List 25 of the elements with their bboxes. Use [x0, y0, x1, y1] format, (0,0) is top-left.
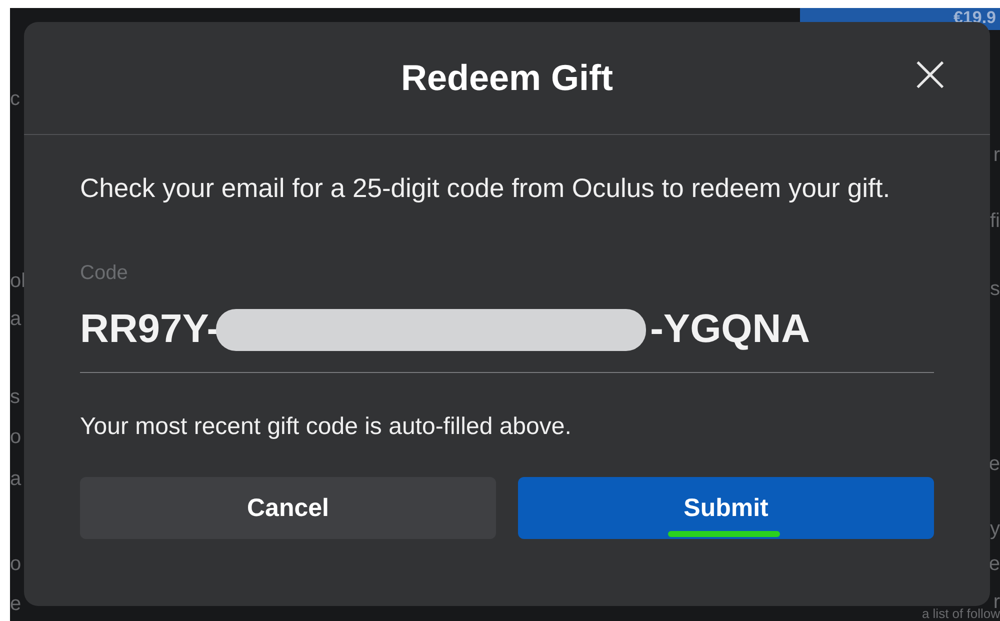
background-text: ol — [10, 270, 26, 293]
helper-text: Your most recent gift code is auto-filled above. — [80, 413, 572, 441]
background-text: a — [10, 308, 22, 331]
background-text: s — [10, 386, 20, 409]
background-text: s — [990, 278, 1000, 301]
background-text: fi — [990, 210, 1000, 233]
cancel-button[interactable]: Cancel — [80, 477, 496, 539]
background-text: a list of follow — [922, 607, 1000, 621]
code-value-start: RR97Y- — [80, 307, 220, 352]
background-text: e — [988, 553, 1000, 576]
code-value-end: -YGQNA — [650, 307, 810, 352]
instruction-text: Check your email for a 25-digit code from Oculus to redeem your gift. — [80, 173, 892, 204]
code-field[interactable]: Code RR97Y- -YGQNA — [80, 262, 934, 373]
dialog-title: Redeem Gift — [400, 57, 614, 99]
field-label: Code — [80, 262, 129, 285]
background-text: e — [10, 593, 22, 616]
background-text: o — [10, 553, 22, 576]
background-text: e — [988, 453, 1000, 476]
background-text: r — [993, 144, 1000, 167]
background-text: c — [10, 88, 20, 111]
background-text: y — [990, 518, 1000, 541]
close-button[interactable]: × — [908, 52, 952, 96]
background-text: a — [10, 468, 22, 491]
submit-button[interactable]: Submit — [518, 477, 934, 539]
background-text: o — [10, 426, 22, 449]
